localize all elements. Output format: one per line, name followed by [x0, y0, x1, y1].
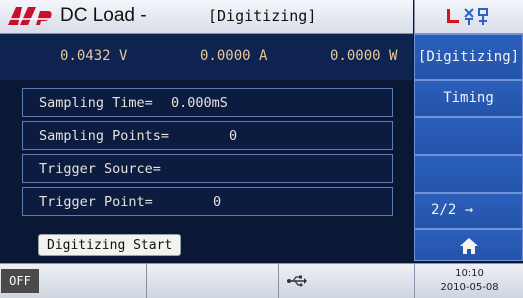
- measurement-bar: 0.0432 V 0.0000 A 0.0000 W: [0, 34, 413, 80]
- remote-lock-icon: [447, 8, 488, 25]
- status-bar: OFF: [0, 263, 414, 298]
- clock-date: 2010-05-08: [440, 282, 499, 293]
- clock: 10:10 2010-05-08: [414, 263, 523, 298]
- softkey-page[interactable]: 2/2 →: [414, 193, 523, 229]
- settings-panel: Sampling Time= 0.000mS Sampling Points= …: [22, 88, 393, 264]
- sampling-time-value: 0.000mS: [171, 95, 228, 111]
- title-bar: DC Load - [Digitizing]: [0, 0, 413, 34]
- clock-time: 10:10: [455, 268, 484, 279]
- sampling-points-value: 0: [229, 128, 238, 144]
- softkey-blank-1[interactable]: [414, 117, 523, 155]
- voltage-readout: 0.0432 V: [60, 48, 128, 64]
- trigger-source-field[interactable]: Trigger Source=: [22, 154, 393, 183]
- app-title: DC Load -: [60, 5, 147, 26]
- instrument-screen: DC Load - [Digitizing] 0.0432 V 0.0000 A…: [0, 0, 523, 298]
- trigger-point-value: 0: [213, 194, 222, 210]
- trigger-source-label: Trigger Source=: [39, 161, 161, 177]
- mode-title: [Digitizing]: [208, 7, 317, 25]
- trigger-point-label: Trigger Point=: [39, 194, 153, 210]
- softkey-home[interactable]: [414, 229, 523, 261]
- current-readout: 0.0000 A: [200, 48, 268, 64]
- sampling-points-field[interactable]: Sampling Points= 0: [22, 121, 393, 150]
- softkey-page-label: 2/2 →: [431, 202, 474, 218]
- softkey-digitizing[interactable]: [Digitizing]: [414, 34, 523, 80]
- softkey-timing[interactable]: Timing: [414, 80, 523, 117]
- trigger-point-field[interactable]: Trigger Point= 0: [22, 187, 393, 216]
- softkey-digitizing-label: [Digitizing]: [417, 49, 520, 65]
- home-icon: [460, 238, 478, 254]
- softkey-timing-label: Timing: [443, 90, 494, 106]
- softkey-blank-2[interactable]: [414, 155, 523, 193]
- usb-icon: [287, 275, 307, 287]
- power-readout: 0.0000 W: [330, 48, 398, 64]
- output-state-badge: OFF: [1, 269, 39, 293]
- sampling-points-label: Sampling Points=: [39, 128, 170, 144]
- digitizing-start-button[interactable]: Digitizing Start: [38, 234, 182, 256]
- status-divider: [146, 264, 147, 298]
- status-divider: [278, 264, 279, 298]
- brand-logo: [8, 7, 52, 25]
- status-indicators: [414, 0, 523, 34]
- sampling-time-label: Sampling Time=: [39, 95, 153, 111]
- sampling-time-field[interactable]: Sampling Time= 0.000mS: [22, 88, 393, 117]
